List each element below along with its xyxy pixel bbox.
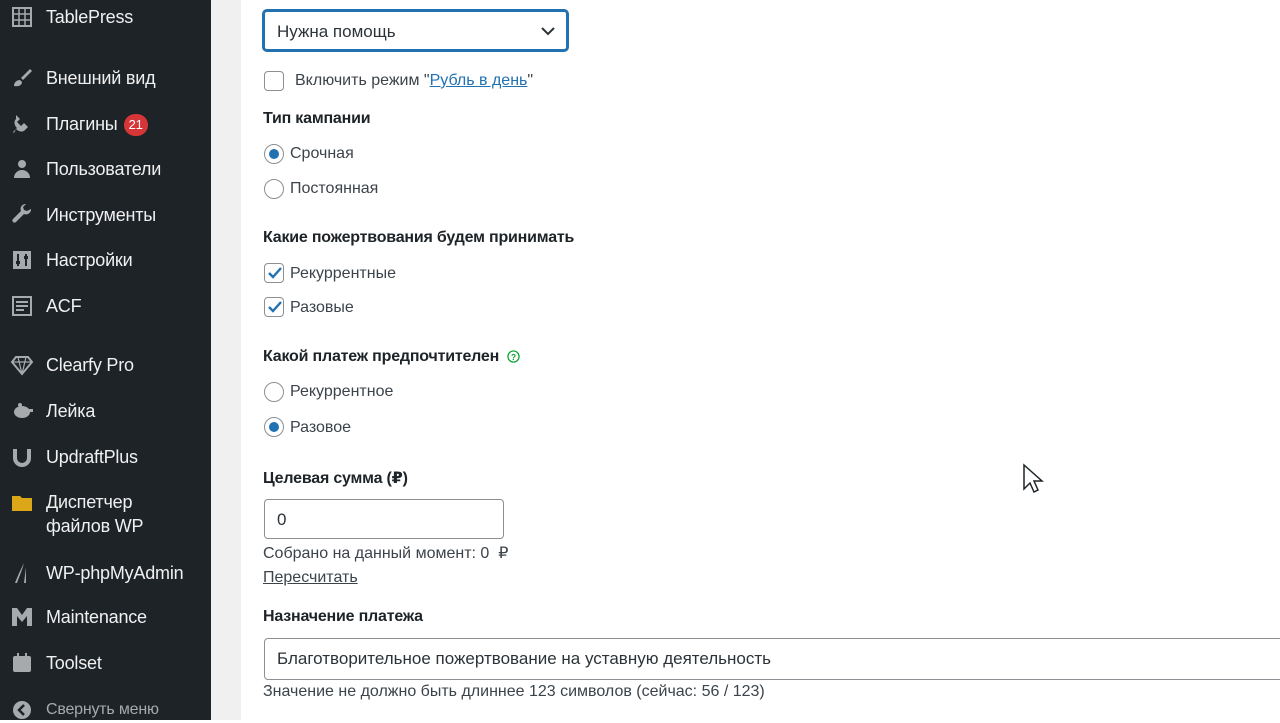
checkmark-icon — [268, 267, 282, 279]
campaign-type-permanent-radio[interactable] — [264, 179, 284, 199]
diamond-icon — [9, 352, 35, 378]
sidebar-item-label: WP-phpMyAdmin — [46, 563, 184, 583]
sidebar-item-plugins[interactable]: Плагины 21 — [0, 111, 211, 137]
donations-accepted-label: Какие пожертвования будем принимать — [263, 229, 575, 246]
updraft-icon — [9, 444, 35, 470]
sidebar-item-label: Внешний вид — [46, 68, 156, 88]
sidebar-item-label: Toolset — [46, 653, 102, 673]
plugins-icon — [9, 111, 35, 137]
sidebar-item-label-wrap: Плагины 21 — [46, 112, 148, 137]
campaign-type-urgent-label: Срочная — [290, 145, 354, 162]
recurring-donations-label: Рекуррентные — [290, 265, 396, 282]
maintenance-icon — [9, 604, 35, 630]
svg-text:?: ? — [511, 352, 516, 362]
sidebar-item-label: UpdraftPlus — [46, 447, 138, 467]
sidebar-item-users[interactable]: Пользователи — [0, 156, 211, 182]
sidebar-item-leyka[interactable]: Лейка — [0, 398, 211, 424]
sidebar-item-label: ACF — [46, 296, 82, 316]
preferred-payment-label-text: Какой платеж предпочтителен — [263, 348, 500, 365]
sidebar-item-tools[interactable]: Инструменты — [0, 202, 211, 228]
chevron-down-icon — [541, 27, 555, 36]
payment-purpose-input[interactable]: Благотворительное пожертвование на устав… — [264, 638, 1280, 680]
sidebar-item-settings[interactable]: Настройки — [0, 247, 211, 273]
sidebar-item-appearance[interactable]: Внешний вид — [0, 65, 211, 91]
sidebar-item-updraftplus[interactable]: UpdraftPlus — [0, 444, 211, 470]
sidebar-item-tablepress[interactable]: TablePress — [0, 4, 211, 30]
target-sum-input[interactable]: 0 — [264, 499, 504, 539]
sidebar-item-label: Лейка — [46, 401, 96, 421]
sidebar-item-file-manager[interactable]: Диспетчер файлов WP — [0, 490, 211, 540]
campaign-type-permanent-label: Постоянная — [290, 180, 379, 197]
checkmark-icon — [268, 301, 282, 313]
campaign-status-select[interactable]: Нужна помощь — [263, 10, 568, 51]
collapse-menu-label: Свернуть меню — [46, 701, 159, 718]
appearance-brush-icon — [9, 65, 35, 91]
target-sum-value: 0 — [277, 510, 287, 529]
recalculate-link[interactable]: Пересчитать — [263, 569, 358, 587]
rubl-v-den-checkbox[interactable] — [264, 71, 284, 91]
phpmyadmin-icon — [9, 560, 35, 586]
sidebar-item-label-line1: Диспетчер — [46, 492, 133, 512]
sidebar-item-label: Инструменты — [46, 205, 157, 225]
recurring-donations-checkbox[interactable] — [264, 263, 284, 283]
preferred-recurring-radio[interactable] — [264, 382, 284, 402]
settings-icon — [9, 247, 35, 273]
sidebar-item-maintenance[interactable]: Maintenance — [0, 604, 211, 630]
preferred-payment-label: Какой платеж предпочтителен? — [263, 348, 520, 366]
rubl-v-den-label: Включить режим "Рубль в день" — [295, 72, 533, 90]
tablepress-icon — [9, 4, 35, 30]
plugins-update-badge: 21 — [123, 114, 148, 137]
collected-amount-text: Собрано на данный момент: 0 ₽ — [263, 545, 509, 562]
campaign-type-label: Тип кампании — [263, 110, 371, 127]
acf-icon — [9, 293, 35, 319]
rubl-label-prefix: Включить режим " — [295, 72, 430, 89]
rubl-v-den-link[interactable]: Рубль в день — [430, 72, 528, 89]
sidebar-item-label: Пользователи — [46, 159, 162, 179]
payment-purpose-label: Назначение платежа — [263, 608, 423, 625]
select-value: Нужна помощь — [277, 22, 396, 41]
campaign-type-urgent-radio[interactable] — [264, 144, 284, 164]
preferred-one-time-label: Разовое — [290, 419, 352, 436]
sidebar-item-label: TablePress — [46, 7, 134, 27]
content-gutter — [211, 0, 241, 720]
folder-icon — [9, 490, 35, 516]
tools-wrench-icon — [9, 202, 35, 228]
payment-purpose-hint: Значение не должно быть длиннее 123 симв… — [263, 683, 765, 700]
sidebar-item-phpmyadmin[interactable]: WP-phpMyAdmin — [0, 560, 211, 586]
collapse-arrow-icon — [9, 697, 35, 723]
mouse-cursor-icon — [1023, 463, 1044, 494]
sidebar-item-label: Clearfy Pro — [46, 355, 134, 375]
leyka-icon — [9, 398, 35, 424]
sidebar-item-acf[interactable]: ACF — [0, 293, 211, 319]
collapse-menu-button[interactable]: Свернуть меню — [0, 697, 211, 723]
preferred-recurring-label: Рекуррентное — [290, 383, 394, 400]
admin-sidebar: TablePress Внешний вид Плагины 21 Пользов… — [0, 0, 211, 720]
sidebar-item-toolset[interactable]: Toolset — [0, 650, 211, 676]
payment-purpose-value: Благотворительное пожертвование на устав… — [277, 649, 772, 668]
toolset-icon — [9, 650, 35, 676]
rubl-label-suffix: " — [527, 72, 534, 89]
sidebar-item-clearfy[interactable]: Clearfy Pro — [0, 352, 211, 378]
one-time-donations-checkbox[interactable] — [264, 297, 284, 317]
sidebar-item-label-line2: файлов WP — [46, 516, 144, 536]
target-sum-label: Целевая сумма (₽) — [263, 470, 408, 487]
users-icon — [9, 156, 35, 182]
preferred-one-time-radio[interactable] — [264, 417, 284, 437]
sidebar-item-label: Настройки — [46, 250, 133, 270]
help-icon[interactable]: ? — [507, 350, 520, 363]
one-time-donations-label: Разовые — [290, 299, 354, 316]
sidebar-item-label: Плагины — [46, 113, 118, 134]
sidebar-item-label: Maintenance — [46, 607, 147, 627]
